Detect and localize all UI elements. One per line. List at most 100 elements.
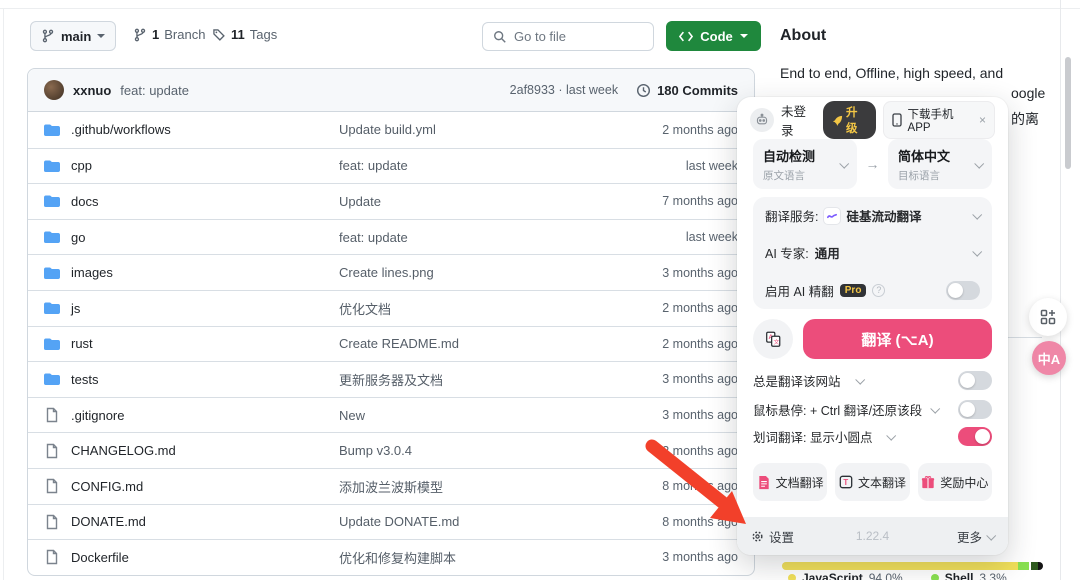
commit-message[interactable]: feat: update [339, 158, 686, 173]
file-name[interactable]: docs [71, 194, 98, 209]
ai-expert-select[interactable]: AI 专家: 通用 [765, 234, 980, 271]
always-translate-toggle[interactable] [958, 371, 992, 390]
search-icon [493, 30, 507, 44]
left-divider [3, 8, 4, 580]
commit-date[interactable]: 2 months ago [662, 123, 738, 137]
language-legend-item[interactable]: Shell 3.3% [931, 571, 1007, 580]
scrollbar-thumb[interactable] [1065, 57, 1071, 169]
commit-date[interactable]: 7 months ago [662, 194, 738, 208]
commit-message[interactable]: feat: update [339, 230, 686, 245]
table-row[interactable]: .gitignore New 3 months ago [28, 397, 754, 433]
commit-date[interactable]: 2 months ago [662, 444, 738, 458]
commit-message[interactable]: Update build.yml [339, 122, 662, 137]
translate-service-select[interactable]: 翻译服务: 硅基流动翻译 [765, 197, 980, 234]
table-row[interactable]: DONATE.md Update DONATE.md 8 months ago [28, 504, 754, 540]
file-name[interactable]: js [71, 301, 80, 316]
code-button[interactable]: Code [666, 21, 761, 51]
file-icon [44, 407, 60, 423]
word-selection-row: 划词翻译: 显示小圆点 [753, 427, 992, 446]
table-row[interactable]: CHANGELOG.md Bump v3.0.4 2 months ago [28, 432, 754, 468]
chevron-down-icon [839, 158, 849, 168]
table-row[interactable]: .github/workflows Update build.yml 2 mon… [28, 112, 754, 148]
table-row[interactable]: docs Update 7 months ago [28, 183, 754, 219]
commit-message[interactable]: 优化文档 [339, 299, 662, 318]
file-name[interactable]: DONATE.md [71, 514, 146, 529]
file-name[interactable]: .gitignore [71, 408, 124, 423]
text-translate-button[interactable]: T 文本翻译 [835, 463, 909, 501]
commit-message[interactable]: Update DONATE.md [339, 514, 662, 529]
table-row[interactable]: Dockerfile 优化和修复构建脚本 3 months ago [28, 539, 754, 575]
table-row[interactable]: go feat: update last week [28, 219, 754, 255]
branches-link[interactable]: 1 Branch [133, 27, 205, 42]
translate-button[interactable]: 翻译 (⌥A) [803, 319, 992, 359]
target-language-select[interactable]: 简体中文 目标语言 [888, 139, 992, 189]
reward-center-button[interactable]: 奖励中心 [918, 463, 992, 501]
commit-date[interactable]: 2 months ago [662, 337, 738, 351]
tags-link[interactable]: 11 Tags [212, 27, 277, 42]
language-bar [782, 562, 1043, 570]
commit-date[interactable]: last week [686, 230, 738, 244]
table-row[interactable]: CONFIG.md 添加波兰波斯模型 8 months ago [28, 468, 754, 504]
commit-message[interactable]: Update [339, 194, 662, 209]
popup-actions-row: 文档翻译 T 文本翻译 奖励中心 [753, 463, 992, 501]
hover-translate-toggle[interactable] [958, 400, 992, 419]
chevron-down-icon [740, 34, 748, 38]
commit-message[interactable]: 添加波兰波斯模型 [339, 477, 662, 496]
table-row[interactable]: js 优化文档 2 months ago [28, 290, 754, 326]
file-name[interactable]: CHANGELOG.md [71, 443, 176, 458]
table-row[interactable]: tests 更新服务器及文档 3 months ago [28, 361, 754, 397]
table-row[interactable]: images Create lines.png 3 months ago [28, 254, 754, 290]
commit-date[interactable]: 3 months ago [662, 266, 738, 280]
extension-grid-button[interactable] [1029, 298, 1067, 336]
go-to-file-input[interactable]: Go to file [482, 22, 654, 51]
commit-message[interactable]: 更新服务器及文档 [339, 370, 662, 389]
commit-date[interactable]: 8 months ago [662, 479, 738, 493]
help-icon[interactable]: ? [872, 284, 885, 297]
commit-message-header[interactable]: feat: update [120, 83, 189, 98]
commit-sha-time[interactable]: 2af8933 · last week [510, 83, 618, 97]
commit-message[interactable]: Bump v3.0.4 [339, 443, 662, 458]
translate-icon: 中A [1038, 349, 1060, 368]
file-name[interactable]: images [71, 265, 113, 280]
branch-selector[interactable]: main [30, 21, 116, 51]
word-selection-toggle[interactable] [958, 427, 992, 446]
table-row[interactable]: rust Create README.md 2 months ago [28, 326, 754, 362]
commit-author[interactable]: xxnuo [73, 83, 111, 98]
commit-message[interactable]: Create lines.png [339, 265, 662, 280]
commit-date[interactable]: 3 months ago [662, 372, 738, 386]
file-name[interactable]: CONFIG.md [71, 479, 143, 494]
table-row[interactable]: cpp feat: update last week [28, 148, 754, 184]
file-name[interactable]: rust [71, 336, 93, 351]
language-legend-item[interactable]: JavaScript 94.0% [788, 571, 903, 580]
commit-date[interactable]: last week [686, 159, 738, 173]
file-name[interactable]: cpp [71, 158, 92, 173]
robot-avatar-icon[interactable] [750, 108, 774, 132]
file-icon [44, 478, 60, 494]
upgrade-button[interactable]: 升级 [823, 101, 876, 139]
more-button[interactable]: 更多 [957, 527, 994, 546]
file-name[interactable]: .github/workflows [71, 122, 171, 137]
translate-mode-button[interactable]: A文 [753, 319, 793, 359]
doc-translate-button[interactable]: 文档翻译 [753, 463, 827, 501]
translate-float-button[interactable]: 中A [1032, 341, 1066, 375]
commit-date[interactable]: 2 months ago [662, 301, 738, 315]
avatar[interactable] [44, 80, 64, 100]
close-icon[interactable]: × [979, 113, 986, 127]
commit-date[interactable]: 3 months ago [662, 550, 738, 564]
commit-message[interactable]: Create README.md [339, 336, 662, 351]
settings-button[interactable]: 设置 [751, 527, 794, 546]
login-status[interactable]: 未登录 [781, 101, 816, 139]
source-language-select[interactable]: 自动检测 原文语言 [753, 139, 857, 189]
commit-date[interactable]: 3 months ago [662, 408, 738, 422]
ai-refine-toggle[interactable] [946, 281, 980, 300]
file-name[interactable]: tests [71, 372, 98, 387]
commit-message[interactable]: 优化和修复构建脚本 [339, 548, 662, 567]
download-app-button[interactable]: 下载手机 APP × [883, 101, 995, 139]
file-name[interactable]: go [71, 230, 85, 245]
commit-message[interactable]: New [339, 408, 662, 423]
folder-icon [44, 158, 60, 174]
commit-history-link[interactable]: 180 Commits [636, 83, 738, 98]
commit-date[interactable]: 8 months ago [662, 515, 738, 529]
file-name[interactable]: Dockerfile [71, 550, 129, 565]
folder-icon [44, 265, 60, 281]
